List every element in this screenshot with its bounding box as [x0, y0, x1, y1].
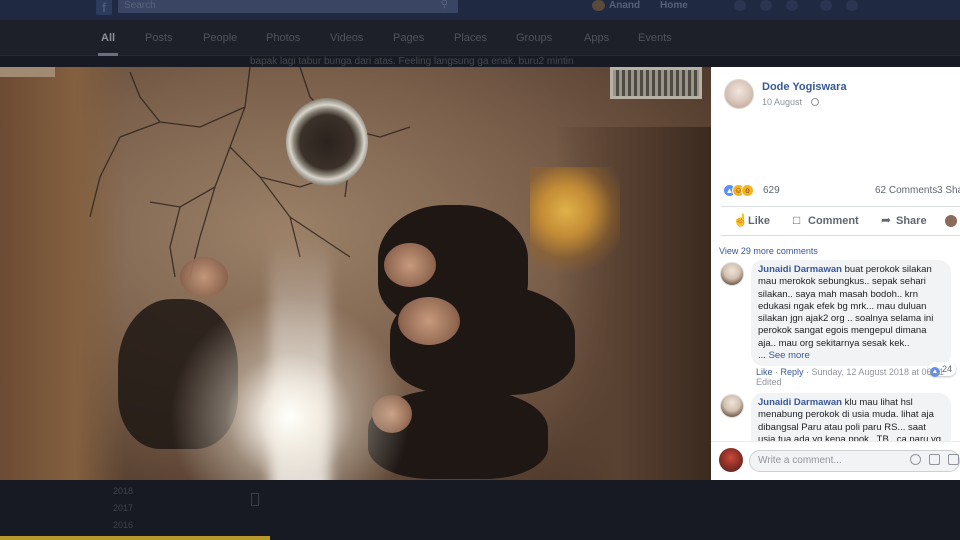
see-more-link[interactable]: See more	[769, 350, 810, 361]
tab-photos[interactable]: Photos	[266, 32, 300, 44]
comment-button[interactable]: □ Comment	[793, 213, 859, 229]
emoji-icon[interactable]	[910, 454, 921, 465]
home-link[interactable]: Home	[660, 0, 688, 12]
post-side-panel: Dode Yogiswara 10 August ▲ ☺ o 629 62 Co…	[711, 67, 960, 480]
tab-all[interactable]: All	[101, 32, 115, 44]
user-avatar	[592, 0, 605, 11]
author-avatar[interactable]	[724, 79, 754, 109]
tab-people[interactable]: People	[203, 32, 237, 44]
comment-meta: Like · Reply · Sunday, 12 August 2018 at…	[756, 367, 944, 377]
comment-reply-link[interactable]: Reply	[781, 367, 804, 377]
search-input[interactable]: Search ⚲	[118, 0, 458, 13]
comment-text-line: klu mau lihat hsl	[844, 397, 913, 408]
shares-count[interactable]: 3 Sha	[937, 185, 960, 196]
share-arrow-icon: ➦	[881, 213, 892, 227]
post-date[interactable]: 10 August	[762, 97, 802, 107]
speech-bubble-icon: □	[793, 213, 801, 227]
tab-groups[interactable]: Groups	[516, 32, 552, 44]
comment-timestamp[interactable]: Sunday, 12 August 2018 at 06:31	[812, 367, 944, 377]
comment-text-line: silakan.. saya mah masah bodoh.. krn	[758, 288, 919, 300]
tab-posts[interactable]: Posts	[145, 32, 173, 44]
divider	[721, 235, 960, 236]
commenter-avatar[interactable]	[720, 394, 744, 418]
year-filter-2016[interactable]: 2016	[113, 520, 133, 530]
like-button[interactable]: ☝Like	[733, 213, 770, 229]
comment-button-label: Comment	[808, 215, 859, 227]
user-name: Anand	[609, 0, 641, 11]
background-placeholder-box	[251, 493, 259, 506]
sticker-icon[interactable]	[948, 454, 959, 465]
view-more-comments-link[interactable]: View 29 more comments	[719, 246, 818, 256]
active-tab-indicator	[98, 53, 118, 56]
comment-text-line: mau merokok sebungkus.. sepak sehari	[758, 276, 926, 288]
tab-events[interactable]: Events	[638, 32, 672, 44]
tab-pages[interactable]: Pages	[393, 32, 424, 44]
tab-apps[interactable]: Apps	[584, 32, 609, 44]
tab-videos[interactable]: Videos	[330, 32, 363, 44]
top-navigation-bar: f Search ⚲ Anand Home	[0, 0, 960, 20]
like-button-label: Like	[748, 215, 771, 227]
account-menu-icon[interactable]	[846, 0, 858, 11]
comment-edited-label[interactable]: Edited	[756, 377, 782, 387]
wow-reaction-icon: o	[741, 184, 754, 197]
comment-text-line: aja.. mau org sekitarnya sesak kek..	[758, 337, 910, 349]
author-name[interactable]: Dode Yogiswara	[762, 81, 847, 93]
comment-bubble: Junaidi Darmawan buat perokok silakan ma…	[751, 260, 951, 367]
profile-link[interactable]: Anand	[592, 0, 640, 12]
tab-places[interactable]: Places	[454, 32, 487, 44]
viewer-avatar	[719, 448, 743, 472]
background-post-caption: bapak lagi tabur bunga dari atas. Feelin…	[250, 56, 574, 67]
notifications-icon[interactable]	[786, 0, 798, 11]
photo-face-1	[384, 243, 436, 287]
thumbs-up-icon: ☝	[733, 213, 748, 227]
commenter-name[interactable]: Junaidi Darmawan	[758, 397, 842, 408]
bottom-accent-bar	[0, 536, 270, 540]
friend-requests-icon[interactable]	[734, 0, 746, 11]
reaction-count[interactable]: 629	[763, 185, 780, 196]
search-icon[interactable]: ⚲	[441, 0, 448, 10]
search-filter-tabs: All Posts People Photos Videos Pages Pla…	[0, 20, 960, 56]
search-placeholder: Search	[124, 0, 156, 11]
year-filter-2018[interactable]: 2018	[113, 486, 133, 496]
comment-text-line: menabung perokok di usia muda. lihat aja	[758, 409, 934, 421]
photo-flash-glow	[160, 287, 420, 480]
photo-flowers	[530, 167, 620, 277]
share-button[interactable]: ➦ Share	[881, 213, 927, 229]
commenter-name[interactable]: Junaidi Darmawan	[758, 264, 842, 275]
comment-text-line: dibangsal Paru atau poli paru RS... saat	[758, 421, 926, 433]
comment-text-line: silakan jgn ajak2 org .. soalnya selama …	[758, 313, 934, 325]
comment-text-line: buat perokok silakan	[844, 264, 932, 275]
camera-icon[interactable]	[929, 454, 940, 465]
commenter-avatar[interactable]	[720, 262, 744, 286]
comments-count[interactable]: 62 Comments	[875, 185, 937, 196]
comment-like-link[interactable]: Like	[756, 367, 773, 377]
year-filter-2017[interactable]: 2017	[113, 503, 133, 513]
help-icon[interactable]	[820, 0, 832, 11]
photo-round-mirror	[286, 98, 368, 186]
viewer-avatar[interactable]	[945, 215, 957, 227]
comment-text-line: edukasi ngak efek bg mrk... mau duluan	[758, 300, 927, 312]
comment-text-line: perokok sangat egois mengepul dimana	[758, 325, 927, 337]
share-button-label: Share	[896, 215, 927, 227]
comment-composer: Write a comment...	[719, 448, 960, 474]
messages-icon[interactable]	[760, 0, 772, 11]
globe-icon	[811, 98, 819, 106]
post-photo[interactable]	[0, 67, 711, 480]
facebook-logo[interactable]: f	[96, 0, 112, 15]
divider	[721, 206, 960, 207]
